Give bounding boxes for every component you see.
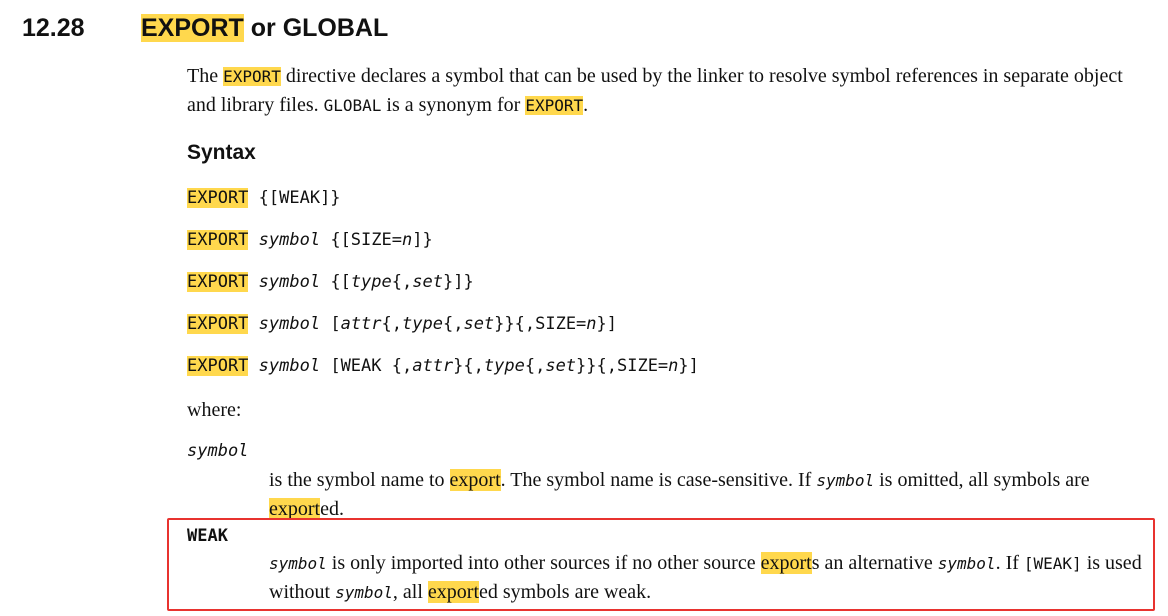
syntax-text: }}{,SIZE= xyxy=(494,314,587,334)
search-highlight: export xyxy=(760,552,812,574)
keyword-highlight: EXPORT xyxy=(223,67,281,86)
syntax-text: {, xyxy=(391,272,413,292)
syntax-text: }] xyxy=(678,356,699,376)
desc-text: ed. xyxy=(320,498,344,520)
title-rest: or GLOBAL xyxy=(243,14,389,42)
syntax-param: n xyxy=(401,230,413,250)
syntax-param: n xyxy=(668,356,679,376)
syntax-line-1: EXPORT {[WEAK]} xyxy=(187,187,341,209)
syntax-line-5: EXPORT symbol [WEAK {,attr}{,type{,set}}… xyxy=(187,355,699,377)
search-highlight: export xyxy=(427,581,480,603)
syntax-text: }}{,SIZE= xyxy=(576,356,669,376)
desc-text: is only imported into other sources if n… xyxy=(326,552,761,574)
desc-text: . If xyxy=(995,552,1024,574)
intro-paragraph: The EXPORT directive declares a symbol t… xyxy=(187,62,1147,120)
syntax-param: symbol xyxy=(258,356,321,376)
definition-desc-symbol: is the symbol name to export. The symbol… xyxy=(269,466,1149,523)
syntax-param: type xyxy=(350,272,392,292)
intro-text: is a synonym for xyxy=(381,94,526,116)
syntax-text: {, xyxy=(442,314,464,334)
desc-code: symbol xyxy=(816,471,875,490)
syntax-param: symbol xyxy=(258,230,321,250)
section-title: EXPORT or GLOBAL xyxy=(141,14,388,43)
intro-text: The xyxy=(187,65,224,87)
where-label: where: xyxy=(187,399,242,421)
syntax-line-3: EXPORT symbol {[type{,set}]} xyxy=(187,271,474,293)
syntax-line-2: EXPORT symbol {[SIZE=n]} xyxy=(187,229,433,251)
definition-term-weak: WEAK xyxy=(187,526,228,546)
syntax-text: {[WEAK]} xyxy=(248,188,341,208)
desc-code: symbol xyxy=(269,554,327,573)
desc-text: , all xyxy=(392,581,428,603)
syntax-text: {, xyxy=(524,356,546,376)
syntax-text: [ xyxy=(320,314,341,334)
desc-text: s an alternative xyxy=(811,552,938,574)
syntax-line-4: EXPORT symbol [attr{,type{,set}}{,SIZE=n… xyxy=(187,313,617,335)
syntax-param: set xyxy=(545,356,577,376)
desc-code: symbol xyxy=(937,554,996,573)
keyword-highlight: EXPORT xyxy=(525,96,584,115)
syntax-text: {[ xyxy=(320,272,351,292)
desc-text: is omitted, all symbols are xyxy=(874,469,1090,491)
definition-desc-weak: symbol is only imported into other sourc… xyxy=(269,549,1149,607)
syntax-text: {[SIZE= xyxy=(320,230,402,250)
syntax-param: set xyxy=(412,272,443,292)
search-highlight: export xyxy=(449,469,501,491)
syntax-param: type xyxy=(483,356,525,376)
syntax-heading: Syntax xyxy=(187,141,256,164)
syntax-param: symbol xyxy=(258,272,321,292)
syntax-keyword: EXPORT xyxy=(187,356,249,376)
desc-code: symbol xyxy=(335,583,393,602)
desc-text: . The symbol name is case-sensitive. If xyxy=(500,469,817,491)
syntax-param: attr xyxy=(412,356,454,376)
syntax-param: n xyxy=(586,314,597,334)
syntax-keyword: EXPORT xyxy=(187,272,249,292)
desc-text: is the symbol name to xyxy=(269,469,450,491)
syntax-keyword: EXPORT xyxy=(187,230,249,250)
syntax-keyword: EXPORT xyxy=(187,314,249,334)
title-keyword-highlight: EXPORT xyxy=(141,14,244,42)
syntax-keyword: EXPORT xyxy=(187,188,249,208)
intro-text: . xyxy=(583,94,589,116)
syntax-text: }]} xyxy=(442,272,474,292)
syntax-text: }{, xyxy=(453,356,484,376)
syntax-param: symbol xyxy=(258,314,321,334)
definition-term-symbol: symbol xyxy=(187,441,249,461)
syntax-text: ]} xyxy=(412,230,433,250)
desc-code: [WEAK] xyxy=(1023,554,1082,573)
syntax-text: [WEAK {, xyxy=(320,356,413,376)
desc-text: ed symbols are weak. xyxy=(479,581,652,603)
syntax-param: set xyxy=(463,314,495,334)
search-highlight: export xyxy=(269,498,321,520)
syntax-text: }] xyxy=(596,314,618,334)
keyword-code: GLOBAL xyxy=(323,96,382,115)
syntax-text: {, xyxy=(381,314,403,334)
section-number: 12.28 xyxy=(22,14,85,42)
syntax-param: attr xyxy=(340,314,382,334)
syntax-param: type xyxy=(402,314,443,334)
